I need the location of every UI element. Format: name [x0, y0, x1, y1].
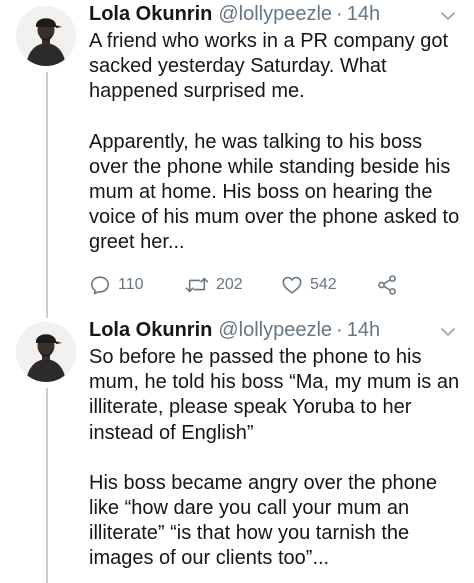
tweet-text: A friend who works in a PR company got s…: [89, 29, 461, 256]
author-handle[interactable]: @lollypeezle: [218, 3, 332, 26]
retweet-count: 202: [216, 276, 243, 293]
retweet-icon: [185, 277, 209, 293]
tweet-text: So before he passed the phone to his mum…: [89, 345, 461, 572]
tweet-timestamp[interactable]: 14h: [347, 3, 380, 26]
chevron-down-icon[interactable]: [440, 324, 456, 340]
tweet-paragraph: So before he passed the phone to his mum…: [89, 346, 460, 444]
share-icon: [378, 275, 396, 295]
header-separator: ·: [336, 319, 343, 341]
like-count: 542: [310, 276, 337, 293]
tweet-timestamp[interactable]: 14h: [347, 319, 380, 342]
avatar[interactable]: [16, 322, 76, 382]
tweet-paragraph: His boss became angry over the phone lik…: [89, 471, 437, 570]
reply-button[interactable]: 110: [89, 274, 144, 296]
like-button[interactable]: 542: [281, 274, 337, 296]
tweet-header: Lola Okunrin @lollypeezle · 14h: [89, 319, 380, 345]
reply-icon: [90, 276, 110, 295]
tweet-paragraph: Apparently, he was talking to his boss o…: [89, 130, 460, 254]
tweet-thread: Lola Okunrin @lollypeezle · 14h A friend…: [0, 0, 474, 583]
header-separator: ·: [336, 3, 343, 25]
author-display-name[interactable]: Lola Okunrin: [89, 319, 212, 342]
author-handle[interactable]: @lollypeezle: [218, 319, 332, 342]
tweet-header: Lola Okunrin @lollypeezle · 14h: [89, 3, 380, 29]
avatar-image: [16, 6, 76, 66]
tweet-paragraph: A friend who works in a PR company got s…: [89, 30, 449, 103]
thread-connector-line: [46, 72, 48, 318]
share-button[interactable]: [376, 274, 398, 296]
author-display-name[interactable]: Lola Okunrin: [89, 3, 212, 26]
chevron-down-icon[interactable]: [440, 8, 456, 24]
reply-count: 110: [118, 276, 144, 293]
avatar-image: [16, 322, 76, 382]
retweet-button[interactable]: 202: [185, 274, 243, 296]
heart-icon: [282, 276, 302, 294]
avatar[interactable]: [16, 6, 76, 66]
thread-connector-line: [46, 388, 48, 583]
